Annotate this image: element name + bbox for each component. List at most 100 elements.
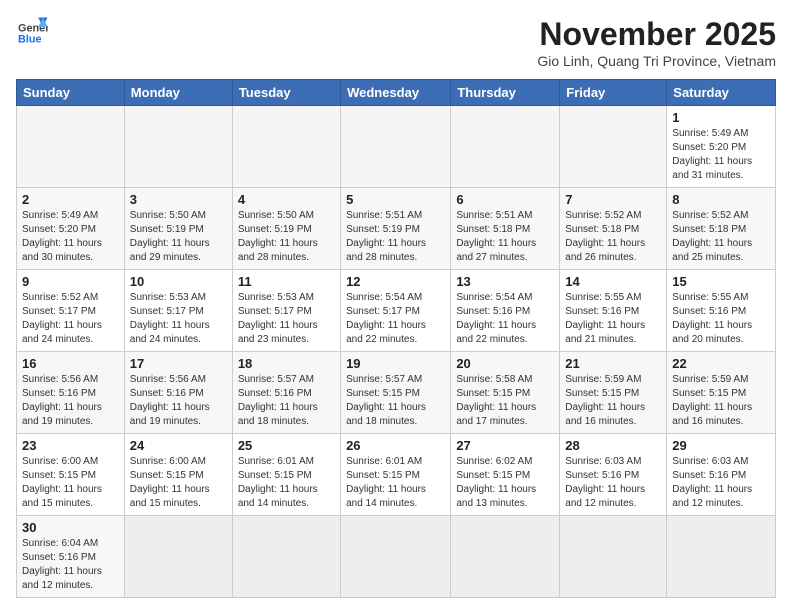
calendar-cell — [560, 516, 667, 598]
day-info: Sunrise: 6:01 AMSunset: 5:15 PMDaylight:… — [346, 455, 445, 511]
calendar-cell: 19 Sunrise: 5:57 AMSunset: 5:15 PMDayligh… — [341, 352, 451, 434]
day-info: Sunrise: 5:57 AMSunset: 5:15 PMDaylight:… — [346, 373, 445, 429]
day-number: 7 — [565, 192, 661, 207]
calendar-cell: 1 Sunrise: 5:49 AMSunset: 5:20 PMDaylight… — [667, 106, 776, 188]
calendar-cell — [667, 516, 776, 598]
day-number: 13 — [456, 274, 554, 289]
calendar-cell: 15Sunrise: 5:55 AMSunset: 5:16 PMDayligh… — [667, 270, 776, 352]
calendar-cell: 14 Sunrise: 5:55 AMSunset: 5:16 PMDayligh… — [560, 270, 667, 352]
logo: General Blue — [16, 16, 48, 44]
month-year-title: November 2025 — [537, 16, 776, 53]
calendar-cell: 8Sunrise: 5:52 AMSunset: 5:18 PMDaylight… — [667, 188, 776, 270]
day-info: Sunrise: 5:51 AMSunset: 5:19 PMDaylight:… — [346, 209, 445, 265]
day-number: 16 — [22, 356, 119, 371]
calendar-cell — [17, 106, 125, 188]
calendar-cell: 10 Sunrise: 5:53 AMSunset: 5:17 PMDayligh… — [124, 270, 232, 352]
day-info: Sunrise: 5:52 AMSunset: 5:17 PMDaylight:… — [22, 291, 119, 347]
calendar-cell: 30 Sunrise: 6:04 AMSunset: 5:16 PMDayligh… — [17, 516, 125, 598]
calendar-week-row: 1 Sunrise: 5:49 AMSunset: 5:20 PMDaylight… — [17, 106, 776, 188]
day-number: 25 — [238, 438, 335, 453]
day-number: 24 — [130, 438, 227, 453]
calendar-cell: 11Sunrise: 5:53 AMSunset: 5:17 PMDayligh… — [232, 270, 340, 352]
day-info: Sunrise: 6:00 AMSunset: 5:15 PMDaylight:… — [130, 455, 227, 511]
calendar-cell: 24 Sunrise: 6:00 AMSunset: 5:15 PMDayligh… — [124, 434, 232, 516]
calendar-table: SundayMondayTuesdayWednesdayThursdayFrid… — [16, 79, 776, 598]
calendar-cell: 7Sunrise: 5:52 AMSunset: 5:18 PMDaylight… — [560, 188, 667, 270]
calendar-cell: 2 Sunrise: 5:49 AMSunset: 5:20 PMDaylight… — [17, 188, 125, 270]
calendar-cell: 21 Sunrise: 5:59 AMSunset: 5:15 PMDayligh… — [560, 352, 667, 434]
calendar-cell — [341, 516, 451, 598]
calendar-cell: 13 Sunrise: 5:54 AMSunset: 5:16 PMDayligh… — [451, 270, 560, 352]
calendar-cell: 25 Sunrise: 6:01 AMSunset: 5:15 PMDayligh… — [232, 434, 340, 516]
day-number: 5 — [346, 192, 445, 207]
calendar-cell: 22Sunrise: 5:59 AMSunset: 5:15 PMDayligh… — [667, 352, 776, 434]
day-info: Sunrise: 5:51 AMSunset: 5:18 PMDaylight:… — [456, 209, 554, 265]
calendar-header-row: SundayMondayTuesdayWednesdayThursdayFrid… — [17, 80, 776, 106]
day-info: Sunrise: 5:49 AMSunset: 5:20 PMDaylight:… — [672, 127, 770, 183]
column-header-wednesday: Wednesday — [341, 80, 451, 106]
location-subtitle: Gio Linh, Quang Tri Province, Vietnam — [537, 53, 776, 69]
day-number: 21 — [565, 356, 661, 371]
calendar-week-row: 30 Sunrise: 6:04 AMSunset: 5:16 PMDayligh… — [17, 516, 776, 598]
calendar-cell — [341, 106, 451, 188]
day-info: Sunrise: 5:53 AMSunset: 5:17 PMDaylight:… — [130, 291, 227, 347]
day-number: 29 — [672, 438, 770, 453]
calendar-week-row: 23 Sunrise: 6:00 AMSunset: 5:15 PMDayligh… — [17, 434, 776, 516]
calendar-cell: 16Sunrise: 5:56 AMSunset: 5:16 PMDayligh… — [17, 352, 125, 434]
column-header-monday: Monday — [124, 80, 232, 106]
day-info: Sunrise: 5:58 AMSunset: 5:15 PMDaylight:… — [456, 373, 554, 429]
day-number: 2 — [22, 192, 119, 207]
day-number: 10 — [130, 274, 227, 289]
calendar-cell: 26 Sunrise: 6:01 AMSunset: 5:15 PMDayligh… — [341, 434, 451, 516]
calendar-cell — [451, 516, 560, 598]
day-number: 22 — [672, 356, 770, 371]
calendar-cell: 28Sunrise: 6:03 AMSunset: 5:16 PMDayligh… — [560, 434, 667, 516]
column-header-tuesday: Tuesday — [232, 80, 340, 106]
day-number: 27 — [456, 438, 554, 453]
day-info: Sunrise: 5:55 AMSunset: 5:16 PMDaylight:… — [565, 291, 661, 347]
day-number: 9 — [22, 274, 119, 289]
calendar-cell: 17Sunrise: 5:56 AMSunset: 5:16 PMDayligh… — [124, 352, 232, 434]
day-number: 4 — [238, 192, 335, 207]
calendar-cell — [124, 516, 232, 598]
calendar-cell — [451, 106, 560, 188]
day-info: Sunrise: 5:55 AMSunset: 5:16 PMDaylight:… — [672, 291, 770, 347]
day-number: 28 — [565, 438, 661, 453]
day-number: 18 — [238, 356, 335, 371]
calendar-cell: 18Sunrise: 5:57 AMSunset: 5:16 PMDayligh… — [232, 352, 340, 434]
day-number: 14 — [565, 274, 661, 289]
svg-text:Blue: Blue — [18, 33, 42, 44]
calendar-cell — [560, 106, 667, 188]
calendar-cell: 9 Sunrise: 5:52 AMSunset: 5:17 PMDaylight… — [17, 270, 125, 352]
day-info: Sunrise: 5:49 AMSunset: 5:20 PMDaylight:… — [22, 209, 119, 265]
calendar-cell: 20 Sunrise: 5:58 AMSunset: 5:15 PMDayligh… — [451, 352, 560, 434]
day-info: Sunrise: 5:50 AMSunset: 5:19 PMDaylight:… — [238, 209, 335, 265]
day-info: Sunrise: 5:54 AMSunset: 5:17 PMDaylight:… — [346, 291, 445, 347]
day-number: 19 — [346, 356, 445, 371]
calendar-cell — [232, 106, 340, 188]
calendar-week-row: 16 Sunrise: 5:56 AMSunset: 5:16 PMDayligh… — [17, 352, 776, 434]
day-info: Sunrise: 5:59 AMSunset: 5:15 PMDaylight:… — [565, 373, 661, 429]
day-info: Sunrise: 6:04 AMSunset: 5:16 PMDaylight:… — [22, 537, 119, 593]
column-header-sunday: Sunday — [17, 80, 125, 106]
page-header: General Blue November 2025 Gio Linh, Qua… — [16, 16, 776, 69]
day-number: 30 — [22, 520, 119, 535]
calendar-cell: 29 Sunrise: 6:03 AMSunset: 5:16 PMDayligh… — [667, 434, 776, 516]
day-number: 1 — [672, 110, 770, 125]
calendar-cell: 3Sunrise: 5:50 AMSunset: 5:19 PMDaylight… — [124, 188, 232, 270]
day-number: 12 — [346, 274, 445, 289]
day-info: Sunrise: 6:00 AMSunset: 5:15 PMDaylight:… — [22, 455, 119, 511]
day-number: 6 — [456, 192, 554, 207]
day-info: Sunrise: 6:01 AMSunset: 5:15 PMDaylight:… — [238, 455, 335, 511]
day-info: Sunrise: 5:54 AMSunset: 5:16 PMDaylight:… — [456, 291, 554, 347]
day-info: Sunrise: 6:02 AMSunset: 5:15 PMDaylight:… — [456, 455, 554, 511]
day-number: 23 — [22, 438, 119, 453]
calendar-cell: 4 Sunrise: 5:50 AMSunset: 5:19 PMDaylight… — [232, 188, 340, 270]
day-info: Sunrise: 5:56 AMSunset: 5:16 PMDaylight:… — [130, 373, 227, 429]
calendar-cell: 23 Sunrise: 6:00 AMSunset: 5:15 PMDayligh… — [17, 434, 125, 516]
column-header-friday: Friday — [560, 80, 667, 106]
calendar-cell: 5 Sunrise: 5:51 AMSunset: 5:19 PMDaylight… — [341, 188, 451, 270]
day-number: 20 — [456, 356, 554, 371]
day-info: Sunrise: 6:03 AMSunset: 5:16 PMDaylight:… — [672, 455, 770, 511]
day-number: 26 — [346, 438, 445, 453]
